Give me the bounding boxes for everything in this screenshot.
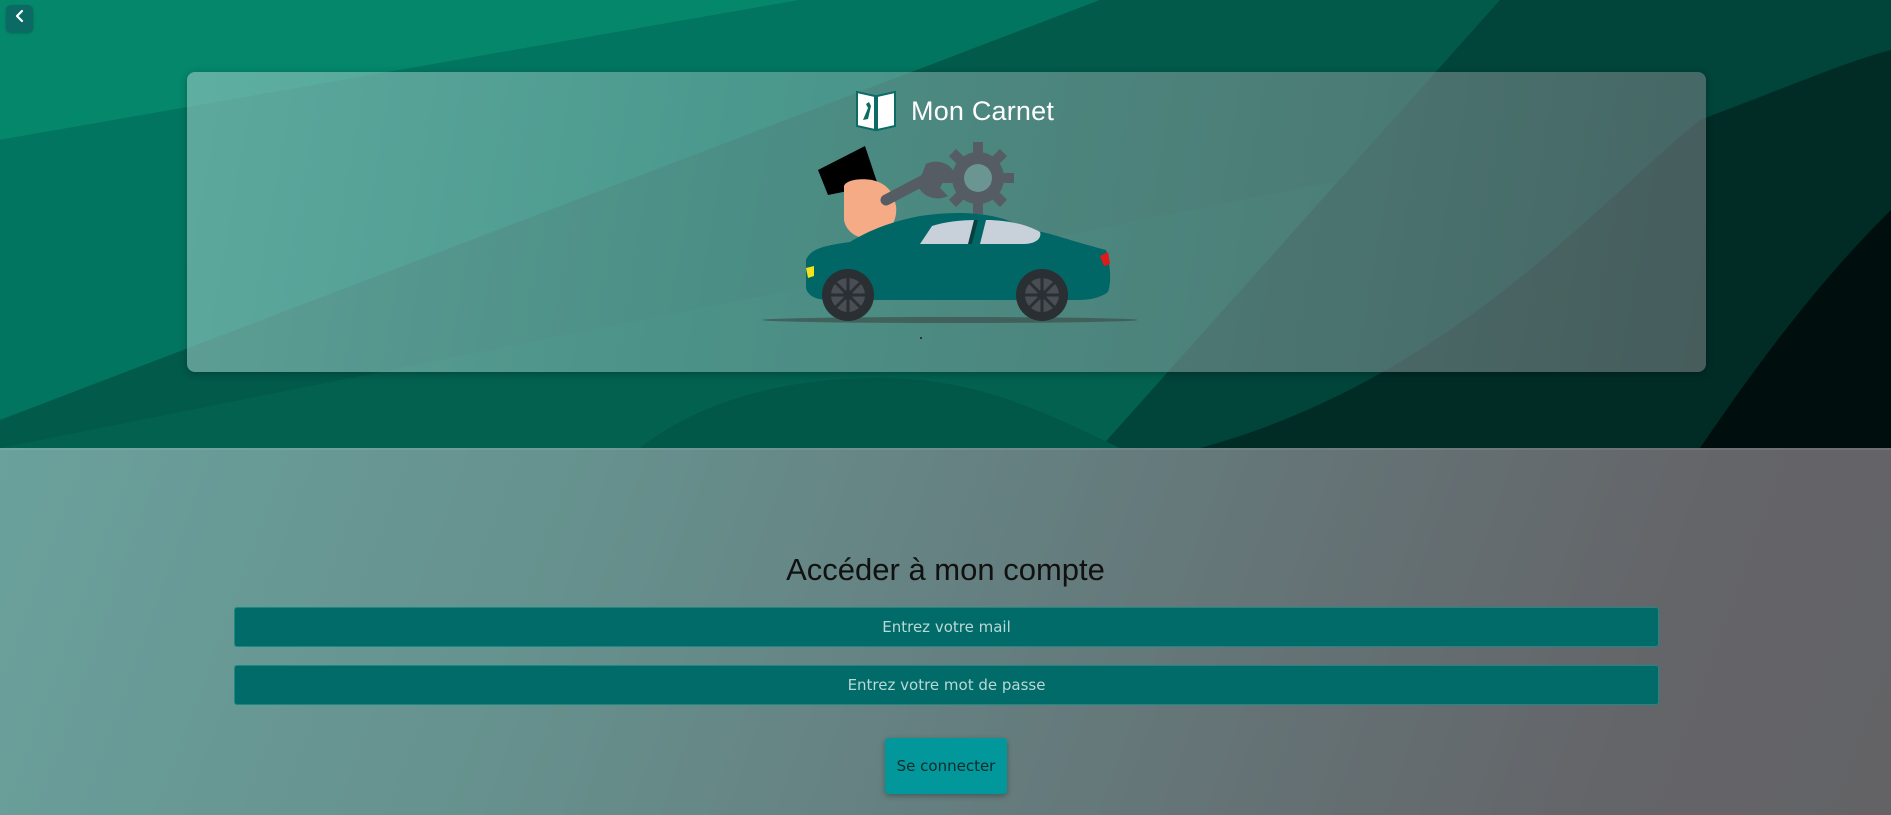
login-button[interactable]: Se connecter (885, 738, 1007, 794)
brand: Mon Carnet (855, 88, 1054, 134)
car-repair-illustration (760, 140, 1140, 345)
password-field[interactable] (234, 665, 1659, 705)
back-button[interactable] (6, 5, 33, 32)
brand-name: Mon Carnet (911, 95, 1055, 126)
email-field[interactable] (234, 607, 1659, 647)
open-book-wrench-icon (855, 86, 897, 137)
hero-banner: Mon Carnet (0, 0, 1891, 448)
chevron-left-icon (13, 9, 27, 28)
login-title: Accéder à mon compte (786, 552, 1105, 587)
